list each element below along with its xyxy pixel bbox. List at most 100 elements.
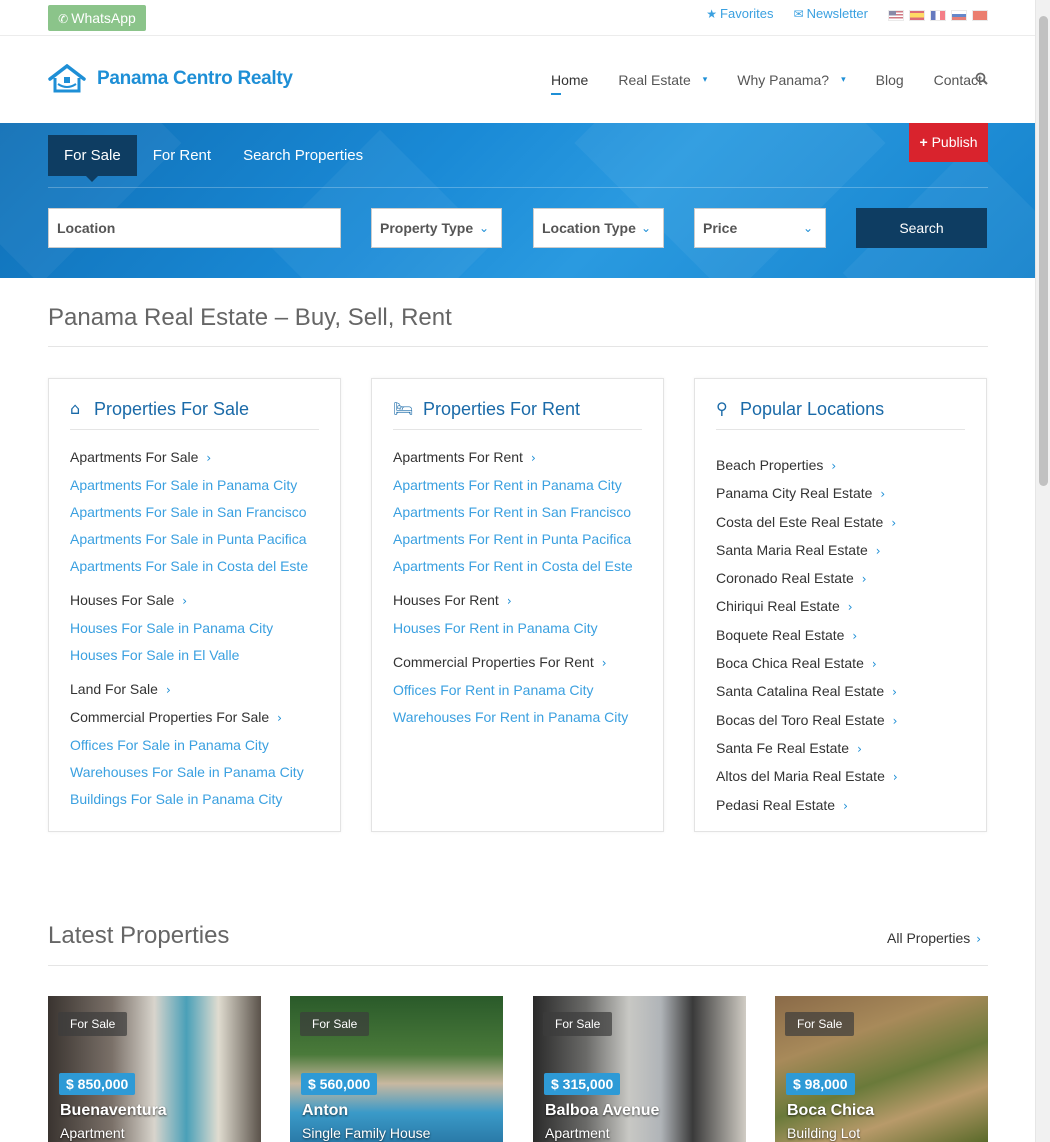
property-name: Boca Chica xyxy=(787,1102,875,1119)
sub-category-link[interactable]: Apartments For Sale in Punta Pacifica xyxy=(70,526,319,553)
link-label: Commercial Properties For Sale xyxy=(70,709,270,725)
link-label: Buildings For Sale in Panama City xyxy=(70,791,283,807)
sub-category-link[interactable]: Apartments For Rent in San Francisco xyxy=(393,499,642,526)
location-link[interactable]: Santa Fe Real Estate › xyxy=(716,735,965,763)
nav-home[interactable]: Home xyxy=(551,72,589,95)
sub-category-link[interactable]: Offices For Rent in Panama City xyxy=(393,677,642,704)
property-name: Balboa Avenue xyxy=(545,1102,660,1119)
all-properties-link[interactable]: All Properties › xyxy=(887,930,981,946)
sale-box-title: Properties For Sale xyxy=(94,399,250,419)
price-label: Price xyxy=(703,220,738,236)
sub-category-link[interactable]: Houses For Sale in Panama City xyxy=(70,615,319,642)
favorites-link[interactable]: ★ Favorites xyxy=(706,6,773,21)
sub-category-link[interactable]: Apartments For Sale in San Francisco xyxy=(70,499,319,526)
location-type-select[interactable]: Location Type ⌄ xyxy=(533,208,664,248)
location-link[interactable]: Santa Catalina Real Estate › xyxy=(716,678,965,706)
spanish-flag[interactable] xyxy=(909,10,925,21)
popular-locations-box: ⚲ Popular Locations Beach Properties › Pana… xyxy=(694,378,987,832)
favorites-label: Favorites xyxy=(720,6,774,21)
nav-blog[interactable]: Blog xyxy=(876,72,904,88)
sub-category-link[interactable]: Apartments For Sale in Panama City xyxy=(70,472,319,499)
location-link[interactable]: Boquete Real Estate › xyxy=(716,622,965,650)
chevron-right-icon: › xyxy=(892,770,898,785)
location-type-label: Location Type xyxy=(542,220,636,236)
link-label: Apartments For Rent in Punta Pacifica xyxy=(393,531,632,547)
english-flag[interactable] xyxy=(888,10,904,21)
property-card[interactable]: For Sale $ 850,000 Buenaventura Apartmen… xyxy=(48,996,261,1142)
map-marker-icon: ⚲ xyxy=(716,399,728,418)
sub-category-link[interactable]: Apartments For Rent in Punta Pacifica xyxy=(393,526,642,553)
nav-why-panama[interactable]: Why Panama? ▾ xyxy=(737,72,845,88)
nav-home-label: Home xyxy=(551,72,589,88)
location-link[interactable]: Chiriqui Real Estate › xyxy=(716,593,965,621)
french-flag[interactable] xyxy=(930,10,946,21)
status-badge: For Sale xyxy=(300,1012,370,1036)
category-link[interactable]: Apartments For Sale › xyxy=(70,444,319,472)
language-flags xyxy=(888,10,988,21)
location-link[interactable]: Santa Maria Real Estate › xyxy=(716,537,965,565)
property-card[interactable]: For Sale $ 98,000 Boca Chica Building Lo… xyxy=(775,996,988,1142)
search-icon[interactable] xyxy=(975,72,988,89)
location-link[interactable]: Costa del Este Real Estate › xyxy=(716,509,965,537)
scrollbar[interactable] xyxy=(1035,0,1050,1142)
russian-flag[interactable] xyxy=(951,10,967,21)
property-type-label: Property Type xyxy=(380,220,474,236)
tab-for-rent[interactable]: For Rent xyxy=(137,135,227,176)
link-label: Bocas del Toro Real Estate xyxy=(716,711,885,728)
chevron-right-icon: › xyxy=(857,741,862,756)
caret-down-icon: ▾ xyxy=(841,74,846,84)
status-badge: For Sale xyxy=(58,1012,128,1036)
chevron-right-icon: › xyxy=(892,685,897,700)
whatsapp-label: WhatsApp xyxy=(71,10,136,26)
category-link[interactable]: Commercial Properties For Sale › xyxy=(70,704,319,732)
logo[interactable]: Panama Centro Realty xyxy=(48,64,293,94)
location-link[interactable]: Coronado Real Estate › xyxy=(716,565,965,593)
sub-category-link[interactable]: Offices For Sale in Panama City xyxy=(70,732,319,759)
link-label: Boquete Real Estate xyxy=(716,626,845,643)
property-card[interactable]: For Sale $ 560,000 Anton Single Family H… xyxy=(290,996,503,1142)
sub-category-link[interactable]: Warehouses For Sale in Panama City xyxy=(70,759,319,786)
sub-category-link[interactable]: Apartments For Rent in Costa del Este xyxy=(393,553,642,580)
chevron-down-icon: ⌄ xyxy=(802,221,813,235)
location-link[interactable]: Bocas del Toro Real Estate › xyxy=(716,707,965,735)
search-button[interactable]: Search xyxy=(856,208,987,248)
box-title: ⚲ Popular Locations xyxy=(716,399,965,430)
chinese-flag[interactable] xyxy=(972,10,988,21)
property-card[interactable]: For Sale $ 315,000 Balboa Avenue Apartme… xyxy=(533,996,746,1142)
whatsapp-icon: ✆ xyxy=(58,12,69,26)
sub-category-link[interactable]: Warehouses For Rent in Panama City xyxy=(393,704,642,731)
location-link[interactable]: Pedasi Real Estate › xyxy=(716,792,965,820)
newsletter-link[interactable]: ✉ Newsletter xyxy=(794,6,868,21)
scrollbar-thumb[interactable] xyxy=(1039,16,1048,486)
location-link[interactable]: Beach Properties › xyxy=(716,452,965,480)
whatsapp-button[interactable]: ✆ WhatsApp xyxy=(48,5,146,31)
location-link[interactable]: Boca Chica Real Estate › xyxy=(716,650,965,678)
category-link[interactable]: Commercial Properties For Rent › xyxy=(393,649,642,677)
tab-for-sale[interactable]: For Sale xyxy=(48,135,137,182)
house-logo-icon xyxy=(48,64,86,93)
location-input[interactable]: Location xyxy=(48,208,341,248)
property-type-select[interactable]: Property Type ⌄ xyxy=(371,208,502,248)
link-label: Apartments For Sale in San Francisco xyxy=(70,504,307,520)
category-link[interactable]: Houses For Rent › xyxy=(393,587,642,615)
properties-for-sale-box: ⌂ Properties For Sale Apartments For Sale… xyxy=(48,378,341,832)
sub-category-link[interactable]: Houses For Rent in Panama City xyxy=(393,615,642,642)
category-link[interactable]: Houses For Sale › xyxy=(70,587,319,615)
price-select[interactable]: Price ⌄ xyxy=(694,208,826,248)
nav-real-estate-label: Real Estate xyxy=(618,72,691,88)
category-link[interactable]: Land For Sale › xyxy=(70,676,319,704)
category-link[interactable]: Apartments For Rent › xyxy=(393,444,642,472)
sub-category-link[interactable]: Houses For Sale in El Valle xyxy=(70,642,319,669)
location-link[interactable]: Altos del Maria Real Estate › xyxy=(716,763,965,791)
price-badge: $ 315,000 xyxy=(544,1073,621,1095)
location-link[interactable]: Panama City Real Estate › xyxy=(716,480,965,508)
sub-category-link[interactable]: Apartments For Sale in Costa del Este xyxy=(70,553,319,580)
tab-search-properties[interactable]: Search Properties xyxy=(227,135,379,176)
sub-category-link[interactable]: Buildings For Sale in Panama City xyxy=(70,786,319,813)
nav-real-estate[interactable]: Real Estate ▾ xyxy=(618,72,707,88)
link-label: Apartments For Rent in San Francisco xyxy=(393,504,632,520)
link-label: Offices For Rent in Panama City xyxy=(393,682,594,698)
sub-category-link[interactable]: Apartments For Rent in Panama City xyxy=(393,472,642,499)
publish-button[interactable]: + Publish xyxy=(909,123,988,162)
box-title: ⌂ Properties For Sale xyxy=(70,399,319,430)
